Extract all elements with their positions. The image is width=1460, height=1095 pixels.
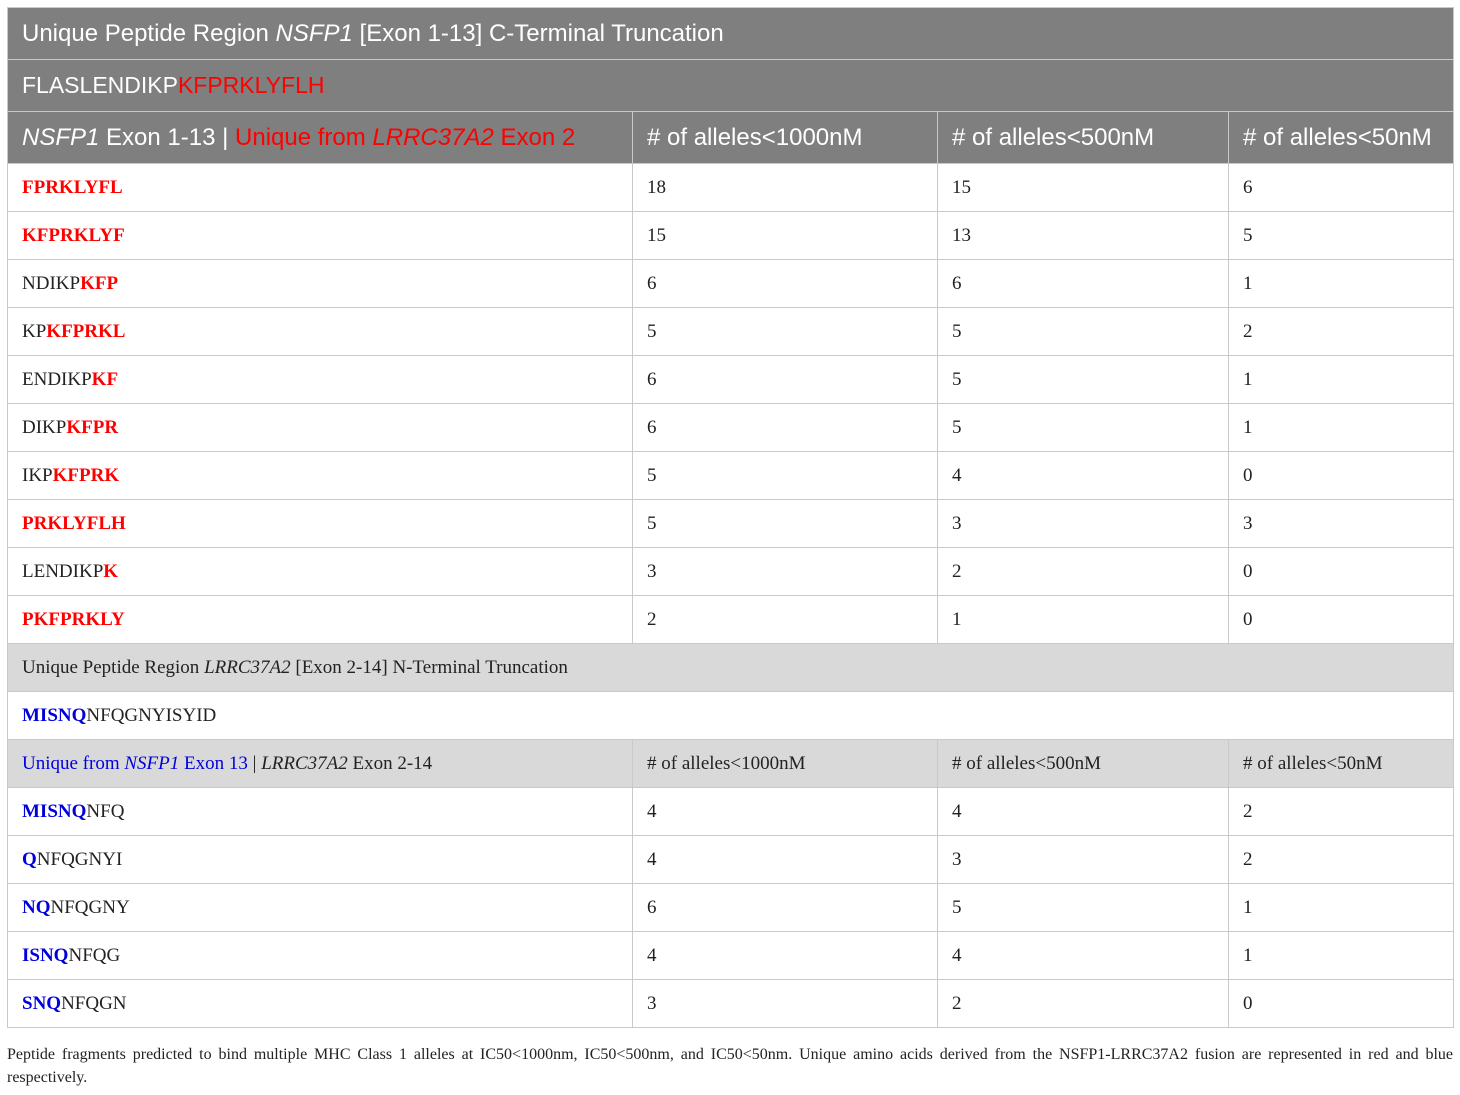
table-row: SNQNFQGN 3 2 0 bbox=[7, 979, 1455, 1028]
peptide-cell: QNFQGNYI bbox=[7, 835, 633, 884]
section2-col-50nm-header: # of alleles<50nM bbox=[1227, 739, 1455, 788]
alleles-500nm-cell: 2 bbox=[937, 547, 1229, 596]
alleles-1000nm-cell: 4 bbox=[632, 931, 938, 980]
alleles-500nm-cell: 2 bbox=[937, 979, 1229, 1028]
table-row: NQNFQGNY 6 5 1 bbox=[7, 883, 1455, 932]
alleles-50nm-cell: 1 bbox=[1227, 403, 1455, 452]
alleles-50nm-cell: 5 bbox=[1227, 211, 1455, 260]
alleles-50nm-cell: 1 bbox=[1227, 355, 1455, 404]
peptide-cell: PKFPRKLY bbox=[7, 595, 633, 644]
peptide-cell: ISNQNFQG bbox=[7, 931, 633, 980]
alleles-500nm-cell: 3 bbox=[937, 499, 1229, 548]
table-row: QNFQGNYI 4 3 2 bbox=[7, 835, 1455, 884]
table-row: LENDIKPK 3 2 0 bbox=[7, 547, 1455, 596]
alleles-50nm-cell: 2 bbox=[1227, 787, 1455, 836]
alleles-500nm-cell: 5 bbox=[937, 883, 1229, 932]
alleles-50nm-cell: 2 bbox=[1227, 835, 1455, 884]
alleles-500nm-cell: 6 bbox=[937, 259, 1229, 308]
alleles-1000nm-cell: 3 bbox=[632, 547, 938, 596]
alleles-1000nm-cell: 5 bbox=[632, 451, 938, 500]
section1-sequence: FLASLENDIKPKFPRKLYFLH bbox=[6, 59, 1455, 112]
peptide-binding-table: Unique Peptide Region NSFP1 [Exon 1-13] … bbox=[6, 7, 1455, 1028]
table-row: KPKFPRKL 5 5 2 bbox=[7, 307, 1455, 356]
alleles-500nm-cell: 13 bbox=[937, 211, 1229, 260]
section1-peptide-header: NSFP1 Exon 1-13 | Unique from LRRC37A2 E… bbox=[7, 111, 633, 164]
alleles-50nm-cell: 2 bbox=[1227, 307, 1455, 356]
alleles-1000nm-cell: 5 bbox=[632, 307, 938, 356]
table-row: ISNQNFQG 4 4 1 bbox=[7, 931, 1455, 980]
alleles-1000nm-cell: 4 bbox=[632, 787, 938, 836]
section1-title: Unique Peptide Region NSFP1 [Exon 1-13] … bbox=[6, 7, 1455, 60]
alleles-500nm-cell: 1 bbox=[937, 595, 1229, 644]
alleles-500nm-cell: 3 bbox=[937, 835, 1229, 884]
peptide-cell: KPKFPRKL bbox=[7, 307, 633, 356]
peptide-cell: SNQNFQGN bbox=[7, 979, 633, 1028]
table-row: NDIKPKFP 6 6 1 bbox=[7, 259, 1455, 308]
alleles-50nm-cell: 0 bbox=[1227, 451, 1455, 500]
alleles-1000nm-cell: 5 bbox=[632, 499, 938, 548]
alleles-1000nm-cell: 2 bbox=[632, 595, 938, 644]
table-row: KFPRKLYF 15 13 5 bbox=[7, 211, 1455, 260]
peptide-cell: PRKLYFLH bbox=[7, 499, 633, 548]
peptide-cell: LENDIKPK bbox=[7, 547, 633, 596]
section2-title: Unique Peptide Region LRRC37A2 [Exon 2-1… bbox=[6, 643, 1455, 692]
table-row: IKPKFPRK 5 4 0 bbox=[7, 451, 1455, 500]
peptide-cell: MISNQNFQ bbox=[7, 787, 633, 836]
alleles-1000nm-cell: 15 bbox=[632, 211, 938, 260]
peptide-cell: KFPRKLYF bbox=[7, 211, 633, 260]
table-row: PKFPRKLY 2 1 0 bbox=[7, 595, 1455, 644]
section2-col-500nm-header: # of alleles<500nM bbox=[937, 739, 1229, 788]
peptide-cell: IKPKFPRK bbox=[7, 451, 633, 500]
alleles-1000nm-cell: 6 bbox=[632, 259, 938, 308]
alleles-500nm-cell: 15 bbox=[937, 163, 1229, 212]
table-caption: Peptide fragments predicted to bind mult… bbox=[7, 1046, 1453, 1086]
section2-column-header-row: Unique from NSFP1 Exon 13 | LRRC37A2 Exo… bbox=[7, 739, 1455, 788]
alleles-50nm-cell: 3 bbox=[1227, 499, 1455, 548]
table-row: DIKPKFPR 6 5 1 bbox=[7, 403, 1455, 452]
alleles-500nm-cell: 4 bbox=[937, 451, 1229, 500]
alleles-1000nm-cell: 18 bbox=[632, 163, 938, 212]
section1-column-header-row: NSFP1 Exon 1-13 | Unique from LRRC37A2 E… bbox=[7, 111, 1455, 164]
section2-peptide-header: Unique from NSFP1 Exon 13 | LRRC37A2 Exo… bbox=[7, 739, 633, 788]
alleles-1000nm-cell: 6 bbox=[632, 403, 938, 452]
section2-sequence: MISNQNFQGNYISYID bbox=[6, 691, 1455, 740]
table-row: PRKLYFLH 5 3 3 bbox=[7, 499, 1455, 548]
section1-sequence-row: FLASLENDIKPKFPRKLYFLH bbox=[6, 59, 1455, 112]
table-row: ENDIKPKF 6 5 1 bbox=[7, 355, 1455, 404]
alleles-1000nm-cell: 4 bbox=[632, 835, 938, 884]
section1-col-500nm-header: # of alleles<500nM bbox=[937, 111, 1229, 164]
alleles-500nm-cell: 5 bbox=[937, 403, 1229, 452]
peptide-cell: NDIKPKFP bbox=[7, 259, 633, 308]
alleles-50nm-cell: 1 bbox=[1227, 259, 1455, 308]
alleles-50nm-cell: 1 bbox=[1227, 931, 1455, 980]
alleles-50nm-cell: 6 bbox=[1227, 163, 1455, 212]
section2-col-1000nm-header: # of alleles<1000nM bbox=[632, 739, 938, 788]
alleles-500nm-cell: 4 bbox=[937, 931, 1229, 980]
section2-sequence-row: MISNQNFQGNYISYID bbox=[6, 691, 1455, 740]
table-row: MISNQNFQ 4 4 2 bbox=[7, 787, 1455, 836]
alleles-1000nm-cell: 6 bbox=[632, 883, 938, 932]
alleles-50nm-cell: 0 bbox=[1227, 595, 1455, 644]
peptide-cell: FPRKLYFL bbox=[7, 163, 633, 212]
table-row: FPRKLYFL 18 15 6 bbox=[7, 163, 1455, 212]
peptide-cell: DIKPKFPR bbox=[7, 403, 633, 452]
alleles-500nm-cell: 5 bbox=[937, 355, 1229, 404]
alleles-50nm-cell: 0 bbox=[1227, 979, 1455, 1028]
alleles-50nm-cell: 1 bbox=[1227, 883, 1455, 932]
alleles-50nm-cell: 0 bbox=[1227, 547, 1455, 596]
alleles-1000nm-cell: 3 bbox=[632, 979, 938, 1028]
section1-title-row: Unique Peptide Region NSFP1 [Exon 1-13] … bbox=[6, 7, 1455, 60]
section1-col-50nm-header: # of alleles<50nM bbox=[1227, 111, 1455, 164]
section1-col-1000nm-header: # of alleles<1000nM bbox=[632, 111, 938, 164]
peptide-cell: ENDIKPKF bbox=[7, 355, 633, 404]
alleles-1000nm-cell: 6 bbox=[632, 355, 938, 404]
peptide-cell: NQNFQGNY bbox=[7, 883, 633, 932]
alleles-500nm-cell: 4 bbox=[937, 787, 1229, 836]
alleles-500nm-cell: 5 bbox=[937, 307, 1229, 356]
section2-title-row: Unique Peptide Region LRRC37A2 [Exon 2-1… bbox=[6, 643, 1455, 692]
